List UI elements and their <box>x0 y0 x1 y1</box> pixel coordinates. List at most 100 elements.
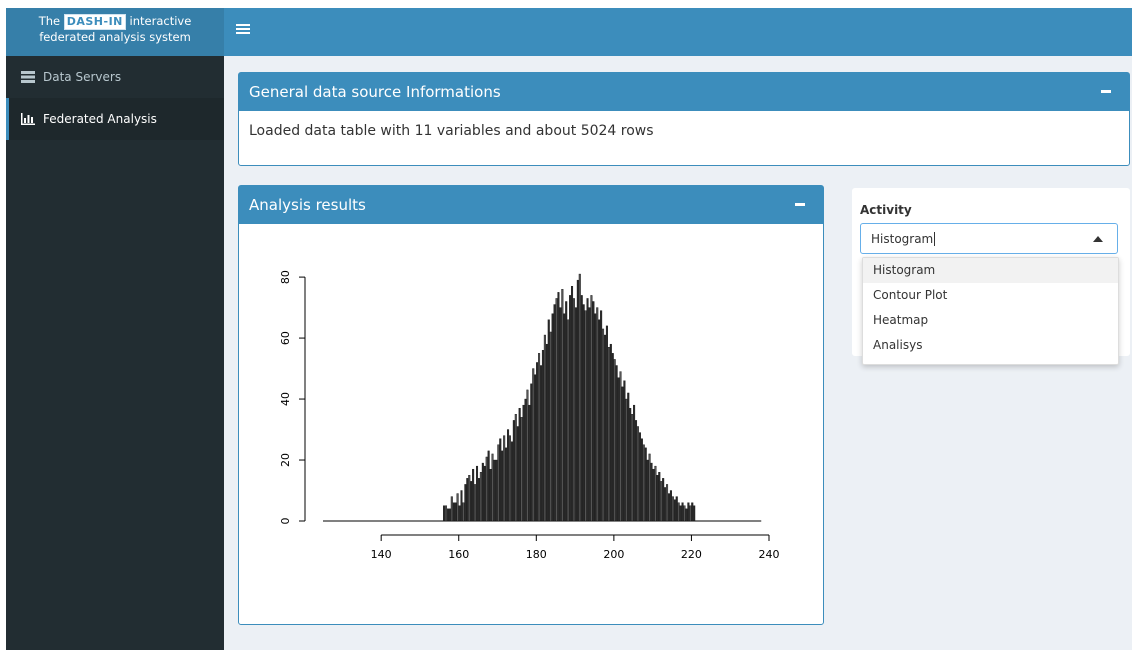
dropdown-option-heatmap[interactable]: Heatmap <box>863 308 1118 333</box>
histogram-bar <box>671 496 674 522</box>
histogram-bar <box>538 353 541 522</box>
histogram-bar <box>563 313 566 522</box>
histogram-bar <box>530 383 533 522</box>
collapse-icon[interactable] <box>1101 83 1115 99</box>
brand-line-1: The DASH-IN interactive <box>6 14 224 30</box>
y-tick-label: 60 <box>279 331 292 345</box>
histogram-bar <box>571 286 574 522</box>
histogram-bar <box>675 496 678 522</box>
server-icon <box>21 71 35 83</box>
dropdown-option-histogram[interactable]: Histogram <box>863 258 1118 283</box>
histogram-bar <box>683 505 686 522</box>
histogram-bar <box>660 481 663 522</box>
histogram-bar <box>468 475 471 522</box>
histogram-bar <box>662 478 665 522</box>
histogram-bar <box>522 404 525 522</box>
histogram-bar <box>547 319 550 522</box>
histogram-bar <box>664 487 667 522</box>
histogram-bar <box>627 392 630 522</box>
histogram-bar <box>485 456 488 522</box>
histogram-bar <box>503 435 506 522</box>
histogram-bar <box>629 407 632 522</box>
histogram-bar <box>689 505 692 522</box>
histogram-chart: 140 160 180 200 220 240 0 20 40 60 80 <box>279 270 780 561</box>
histogram-bar <box>541 350 544 522</box>
histogram-bar <box>565 301 568 522</box>
histogram-bar <box>559 307 562 522</box>
activity-label: Activity <box>860 203 912 217</box>
histogram-bar <box>576 279 579 522</box>
histogram-bar <box>691 502 694 522</box>
histogram-bar <box>551 313 554 522</box>
histogram-bar <box>687 502 690 522</box>
histogram-bar <box>609 343 612 522</box>
histogram-bar <box>470 481 473 522</box>
sidebar-item-label: Federated Analysis <box>43 112 157 126</box>
histogram-bar <box>472 468 475 522</box>
histogram-bar <box>602 328 605 522</box>
histogram-bar <box>448 508 451 522</box>
histogram-bar <box>623 380 626 522</box>
histogram-bar <box>650 462 653 522</box>
histogram-bar <box>516 426 519 522</box>
dropdown-option-contour-plot[interactable]: Contour Plot <box>863 283 1118 308</box>
y-tick-label: 0 <box>279 518 292 525</box>
bar-chart-icon <box>21 113 35 125</box>
brand-prefix: The <box>38 14 61 28</box>
histogram-bar <box>625 398 628 522</box>
histogram-bar <box>594 313 597 522</box>
histogram-bar <box>681 502 684 522</box>
histogram-bar <box>497 444 500 522</box>
y-tick-label: 80 <box>279 270 292 284</box>
histogram-bar <box>452 502 455 522</box>
histogram-bar <box>460 490 463 522</box>
histogram-bar <box>450 496 453 522</box>
histogram-bar <box>483 465 486 522</box>
dropdown-option-analisys[interactable]: Analisys <box>863 333 1118 358</box>
histogram-bar <box>474 484 477 522</box>
sidebar-item-data-servers[interactable]: Data Servers <box>6 56 224 98</box>
analysis-results-box: Analysis results 140 160 180 200 220 240 0 20 40… <box>238 185 824 625</box>
histogram-bar <box>489 468 492 522</box>
x-tick-label: 160 <box>448 548 469 561</box>
analysis-results-header: Analysis results <box>239 186 823 224</box>
activity-selected-value: Histogram <box>871 231 934 246</box>
general-info-body: Loaded data table with 11 variables and … <box>249 123 654 139</box>
histogram-bar <box>592 301 595 522</box>
brand-logo-area[interactable]: The DASH-IN interactive federated analys… <box>6 8 224 56</box>
histogram-bar <box>600 310 603 522</box>
histogram-bar <box>464 484 467 522</box>
collapse-icon[interactable] <box>795 196 809 212</box>
histogram-bar <box>462 502 465 522</box>
sidebar-item-label: Data Servers <box>43 70 122 84</box>
histogram-bar <box>640 438 643 522</box>
histogram-bar <box>532 368 535 522</box>
histogram-bar <box>508 435 511 522</box>
activity-dropdown-menu: Histogram Contour Plot Heatmap Analisys <box>862 257 1119 365</box>
top-navbar <box>224 8 1132 56</box>
x-tick-label: 240 <box>759 548 780 561</box>
y-tick-label: 20 <box>279 453 292 467</box>
histogram-bar <box>553 304 556 522</box>
histogram-bar <box>598 319 601 522</box>
histogram-bar <box>557 292 560 522</box>
histogram-bar <box>458 505 461 522</box>
histogram-bar <box>619 371 622 522</box>
histogram-bar <box>512 420 515 522</box>
sidebar-item-federated-analysis[interactable]: Federated Analysis <box>6 98 224 140</box>
histogram-bar <box>543 334 546 522</box>
histogram-bar <box>549 331 552 522</box>
app-window: The DASH-IN interactive federated analys… <box>6 8 1132 650</box>
histogram-bar <box>590 295 593 522</box>
histogram-bar <box>528 404 531 522</box>
histogram-bar <box>582 304 585 522</box>
histogram-bar <box>685 508 688 522</box>
histogram-bar <box>454 502 457 522</box>
histogram-bar <box>518 407 521 522</box>
box-title: Analysis results <box>249 196 366 214</box>
activity-select[interactable]: Histogram <box>860 223 1118 254</box>
histogram-bar <box>667 493 671 522</box>
x-tick-label: 200 <box>603 548 624 561</box>
histogram-bar <box>491 453 494 522</box>
sidebar-toggle-icon[interactable] <box>236 22 250 42</box>
